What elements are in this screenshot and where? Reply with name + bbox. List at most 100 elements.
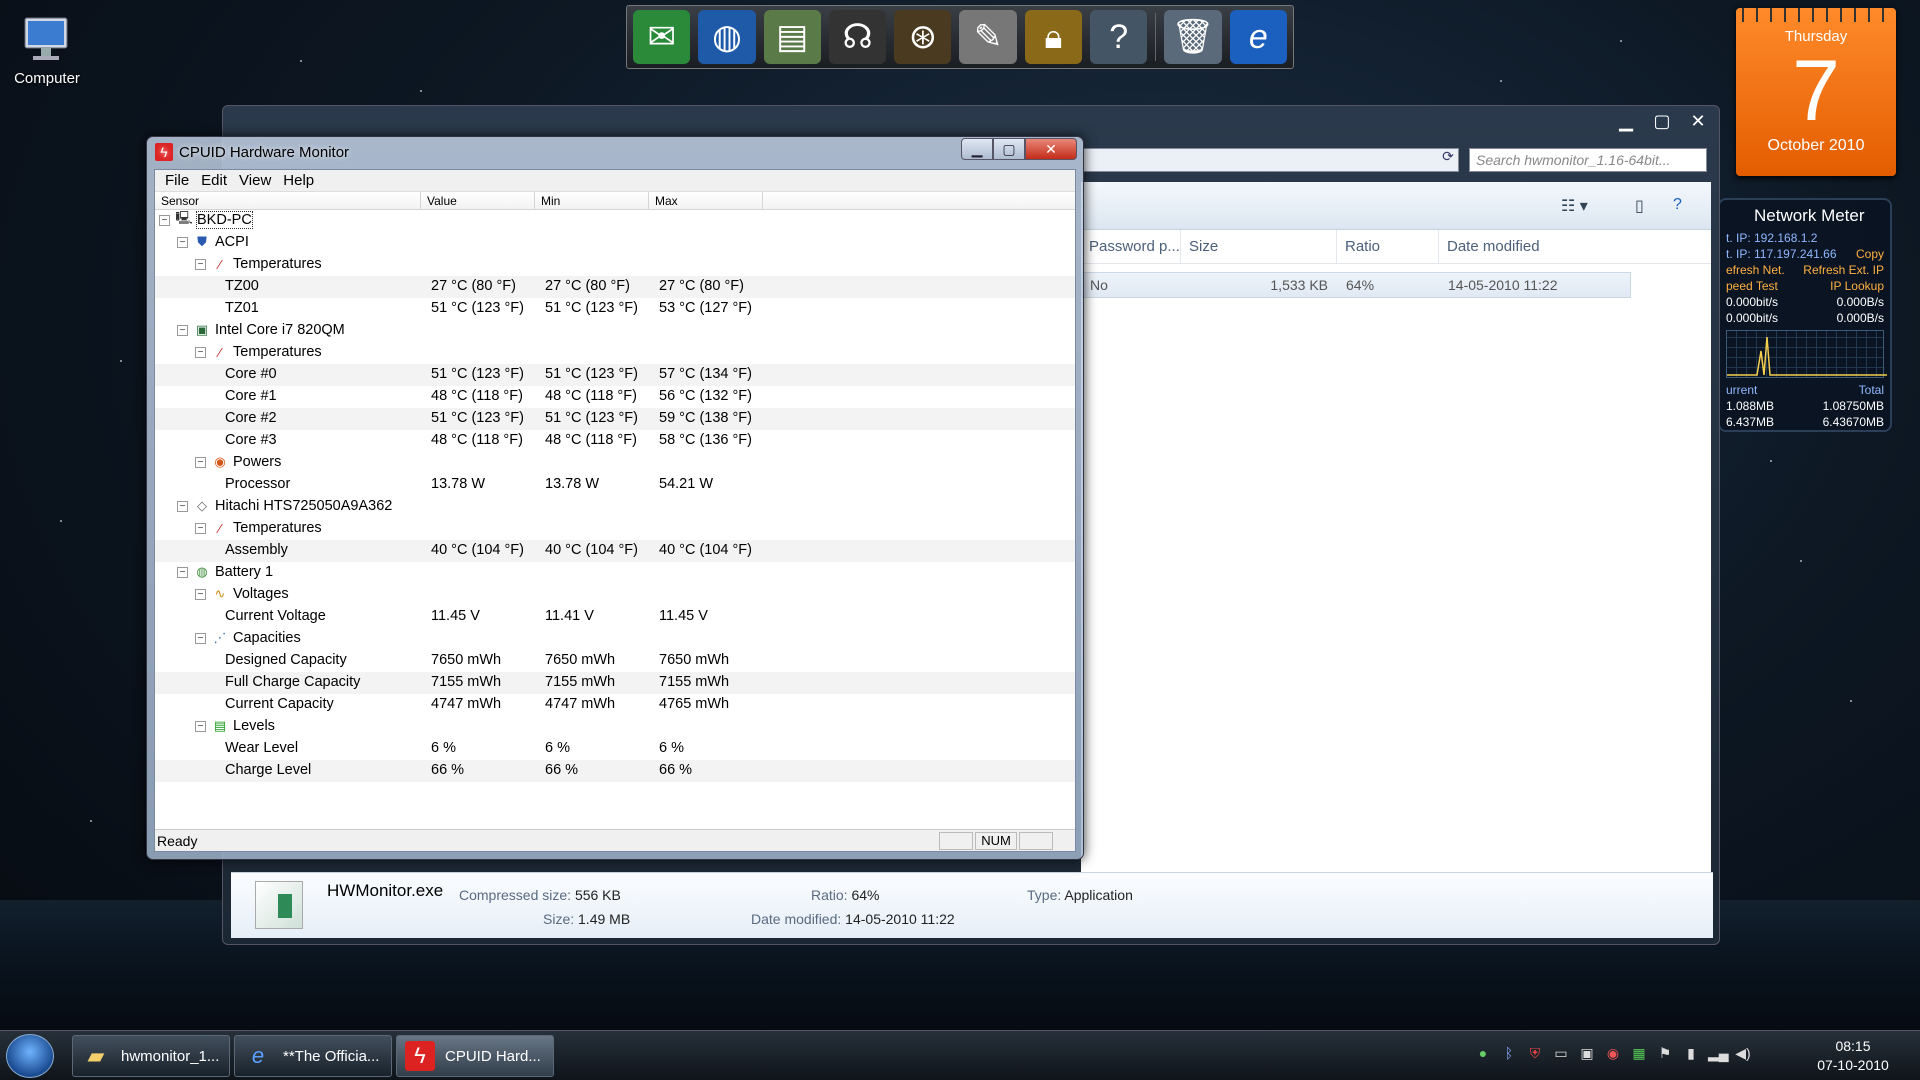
device-icon[interactable]: ▣: [1578, 1045, 1596, 1062]
collapse-toggle[interactable]: −: [195, 522, 206, 534]
sensor-row[interactable]: Full Charge Capacity 7155 mWh 7155 mWh 7155…: [155, 672, 1075, 694]
tree-node[interactable]: − 🖳︎ BKD-PC: [155, 210, 1075, 232]
sensor-row[interactable]: TZ00 27 °C (80 °F) 27 °C (80 °F) 27 °C (80 …: [155, 276, 1075, 298]
collapse-toggle[interactable]: −: [195, 258, 206, 270]
headphones-icon[interactable]: ☊: [828, 10, 887, 64]
network-globe-icon[interactable]: ●: [1474, 1045, 1492, 1062]
search-input[interactable]: Search hwmonitor_1.16-64bit...: [1469, 148, 1707, 172]
chart-icon[interactable]: ▦: [1630, 1045, 1648, 1062]
tree-node[interactable]: − ⛊ ACPI: [155, 232, 1075, 254]
start-button[interactable]: [6, 1034, 54, 1078]
globe-icon[interactable]: ◍: [698, 10, 756, 64]
file-row[interactable]: No 1,533 KB 64% 14-05-2010 11:22: [1081, 272, 1631, 298]
collapse-toggle[interactable]: −: [177, 324, 188, 336]
column-size[interactable]: Size: [1181, 230, 1337, 263]
photo-gallery-icon[interactable]: ▤: [763, 10, 821, 64]
minimize-button[interactable]: ▁: [961, 138, 993, 160]
sensor-row[interactable]: Current Voltage 11.45 V 11.41 V 11.45 V: [155, 606, 1075, 628]
refresh-icon[interactable]: ⟳: [1437, 148, 1459, 172]
sensor-row[interactable]: Core #1 48 °C (118 °F) 48 °C (118 °F) 56 °C…: [155, 386, 1075, 408]
total-up: 1.08750MB: [1822, 399, 1884, 413]
notepad-icon[interactable]: ✎: [959, 10, 1017, 64]
tree-node[interactable]: − ▤ Levels: [155, 716, 1075, 738]
tree-node[interactable]: − ▣ Intel Core i7 820QM: [155, 320, 1075, 342]
sensor-row[interactable]: TZ01 51 °C (123 °F) 51 °C (123 °F) 53 °C (1…: [155, 298, 1075, 320]
sensor-row[interactable]: Core #0 51 °C (123 °F) 51 °C (123 °F) 57 °C…: [155, 364, 1075, 386]
help-icon[interactable]: ?: [1673, 196, 1682, 214]
column-min[interactable]: Min: [535, 192, 649, 209]
ip-lookup-link[interactable]: IP Lookup: [1830, 278, 1884, 294]
action-center-flag-icon[interactable]: ⚑: [1656, 1045, 1674, 1062]
download-rate-bytes: 0.000B/s: [1836, 311, 1884, 325]
lock-icon[interactable]: 🔒︎: [1024, 10, 1083, 64]
sensor-row[interactable]: Core #3 48 °C (118 °F) 48 °C (118 °F) 58 °C…: [155, 430, 1075, 452]
computer-desktop-icon[interactable]: Computer: [8, 14, 86, 87]
speed-test-link[interactable]: peed Test: [1726, 278, 1778, 294]
sensor-row[interactable]: Wear Level 6 % 6 % 6 %: [155, 738, 1075, 760]
collapse-toggle[interactable]: −: [195, 720, 206, 732]
column-password[interactable]: Password p...: [1081, 230, 1181, 263]
mail-icon[interactable]: ✉: [633, 10, 691, 64]
collapse-toggle[interactable]: −: [195, 346, 206, 358]
internet-explorer-icon[interactable]: e: [1229, 10, 1287, 64]
display-icon[interactable]: ▭: [1552, 1045, 1570, 1062]
menu-view[interactable]: View: [233, 172, 277, 189]
taskbar-button-hwmonitor-folder[interactable]: ▰ hwmonitor_1...: [72, 1035, 230, 1077]
preview-pane-icon[interactable]: ▯: [1635, 196, 1644, 216]
collapse-toggle[interactable]: −: [195, 456, 206, 468]
collapse-toggle[interactable]: −: [177, 236, 188, 248]
antivirus-icon[interactable]: ⛨: [1526, 1045, 1544, 1062]
refresh-ext-ip-link[interactable]: Refresh Ext. IP: [1803, 262, 1884, 278]
sensor-row[interactable]: Current Capacity 4747 mWh 4747 mWh 4765 mWh: [155, 694, 1075, 716]
tree-node[interactable]: − ⁄ Temperatures: [155, 254, 1075, 276]
film-reel-icon[interactable]: ⊛: [894, 10, 952, 64]
date-modified-value: 14-05-2010 11:22: [845, 911, 955, 927]
sensor-row[interactable]: Charge Level 66 % 66 % 66 %: [155, 760, 1075, 782]
taskbar-clock[interactable]: 08:15 07-10-2010: [1808, 1037, 1898, 1075]
close-icon[interactable]: ✕: [1681, 108, 1715, 134]
help-icon[interactable]: ?: [1090, 10, 1148, 64]
column-ratio[interactable]: Ratio: [1337, 230, 1439, 263]
sensor-row[interactable]: Processor 13.78 W 13.78 W 54.21 W: [155, 474, 1075, 496]
address-bar[interactable]: [1083, 148, 1459, 172]
maximize-icon[interactable]: ▢: [1645, 108, 1679, 134]
sensor-row[interactable]: Assembly 40 °C (104 °F) 40 °C (104 °F) 40 °…: [155, 540, 1075, 562]
view-options-icon[interactable]: ☷ ▾: [1561, 196, 1588, 216]
collapse-toggle[interactable]: −: [177, 500, 188, 512]
volume-icon[interactable]: ◀): [1734, 1045, 1752, 1062]
copy-link[interactable]: Copy: [1856, 246, 1884, 262]
taskbar-button-ie[interactable]: e **The Officia...: [234, 1035, 392, 1077]
menu-help[interactable]: Help: [277, 172, 320, 189]
update-icon[interactable]: ◉: [1604, 1045, 1622, 1062]
collapse-toggle[interactable]: −: [159, 214, 170, 226]
tree-node[interactable]: − ⁄ Temperatures: [155, 342, 1075, 364]
tree-node[interactable]: − ◍ Battery 1: [155, 562, 1075, 584]
tree-node[interactable]: − ∿ Voltages: [155, 584, 1075, 606]
column-value[interactable]: Value: [421, 192, 535, 209]
column-date-modified[interactable]: Date modified: [1439, 230, 1629, 263]
sensor-row[interactable]: Core #2 51 °C (123 °F) 51 °C (123 °F) 59 °C…: [155, 408, 1075, 430]
taskbar-button-cpuid[interactable]: ϟ CPUID Hard...: [396, 1035, 554, 1077]
tree-node[interactable]: − ⋰ Capacities: [155, 628, 1075, 650]
battery-icon[interactable]: ▮: [1682, 1045, 1700, 1062]
bluetooth-icon[interactable]: ᛒ: [1500, 1045, 1518, 1062]
menu-edit[interactable]: Edit: [195, 172, 233, 189]
tree-node[interactable]: − ◇ Hitachi HTS725050A9A362: [155, 496, 1075, 518]
calendar-gadget[interactable]: Thursday 7 October 2010: [1736, 8, 1896, 176]
close-button[interactable]: ✕: [1025, 138, 1077, 160]
recycle-bin-icon[interactable]: 🗑︎: [1164, 10, 1222, 64]
column-sensor[interactable]: Sensor: [155, 192, 421, 209]
collapse-toggle[interactable]: −: [195, 588, 206, 600]
tree-node[interactable]: − ⁄ Temperatures: [155, 518, 1075, 540]
hwmonitor-titlebar[interactable]: ϟ CPUID Hardware Monitor: [147, 137, 1083, 167]
minimize-icon[interactable]: ▁: [1609, 108, 1643, 134]
signal-icon[interactable]: ▂▄: [1708, 1045, 1729, 1062]
maximize-button[interactable]: ▢: [993, 138, 1025, 160]
collapse-toggle[interactable]: −: [177, 566, 188, 578]
column-max[interactable]: Max: [649, 192, 763, 209]
collapse-toggle[interactable]: −: [195, 632, 206, 644]
menu-file[interactable]: File: [159, 172, 195, 189]
tree-node[interactable]: − ◉ Powers: [155, 452, 1075, 474]
refresh-net-link[interactable]: efresh Net.: [1726, 262, 1785, 278]
sensor-row[interactable]: Designed Capacity 7650 mWh 7650 mWh 7650 mW…: [155, 650, 1075, 672]
